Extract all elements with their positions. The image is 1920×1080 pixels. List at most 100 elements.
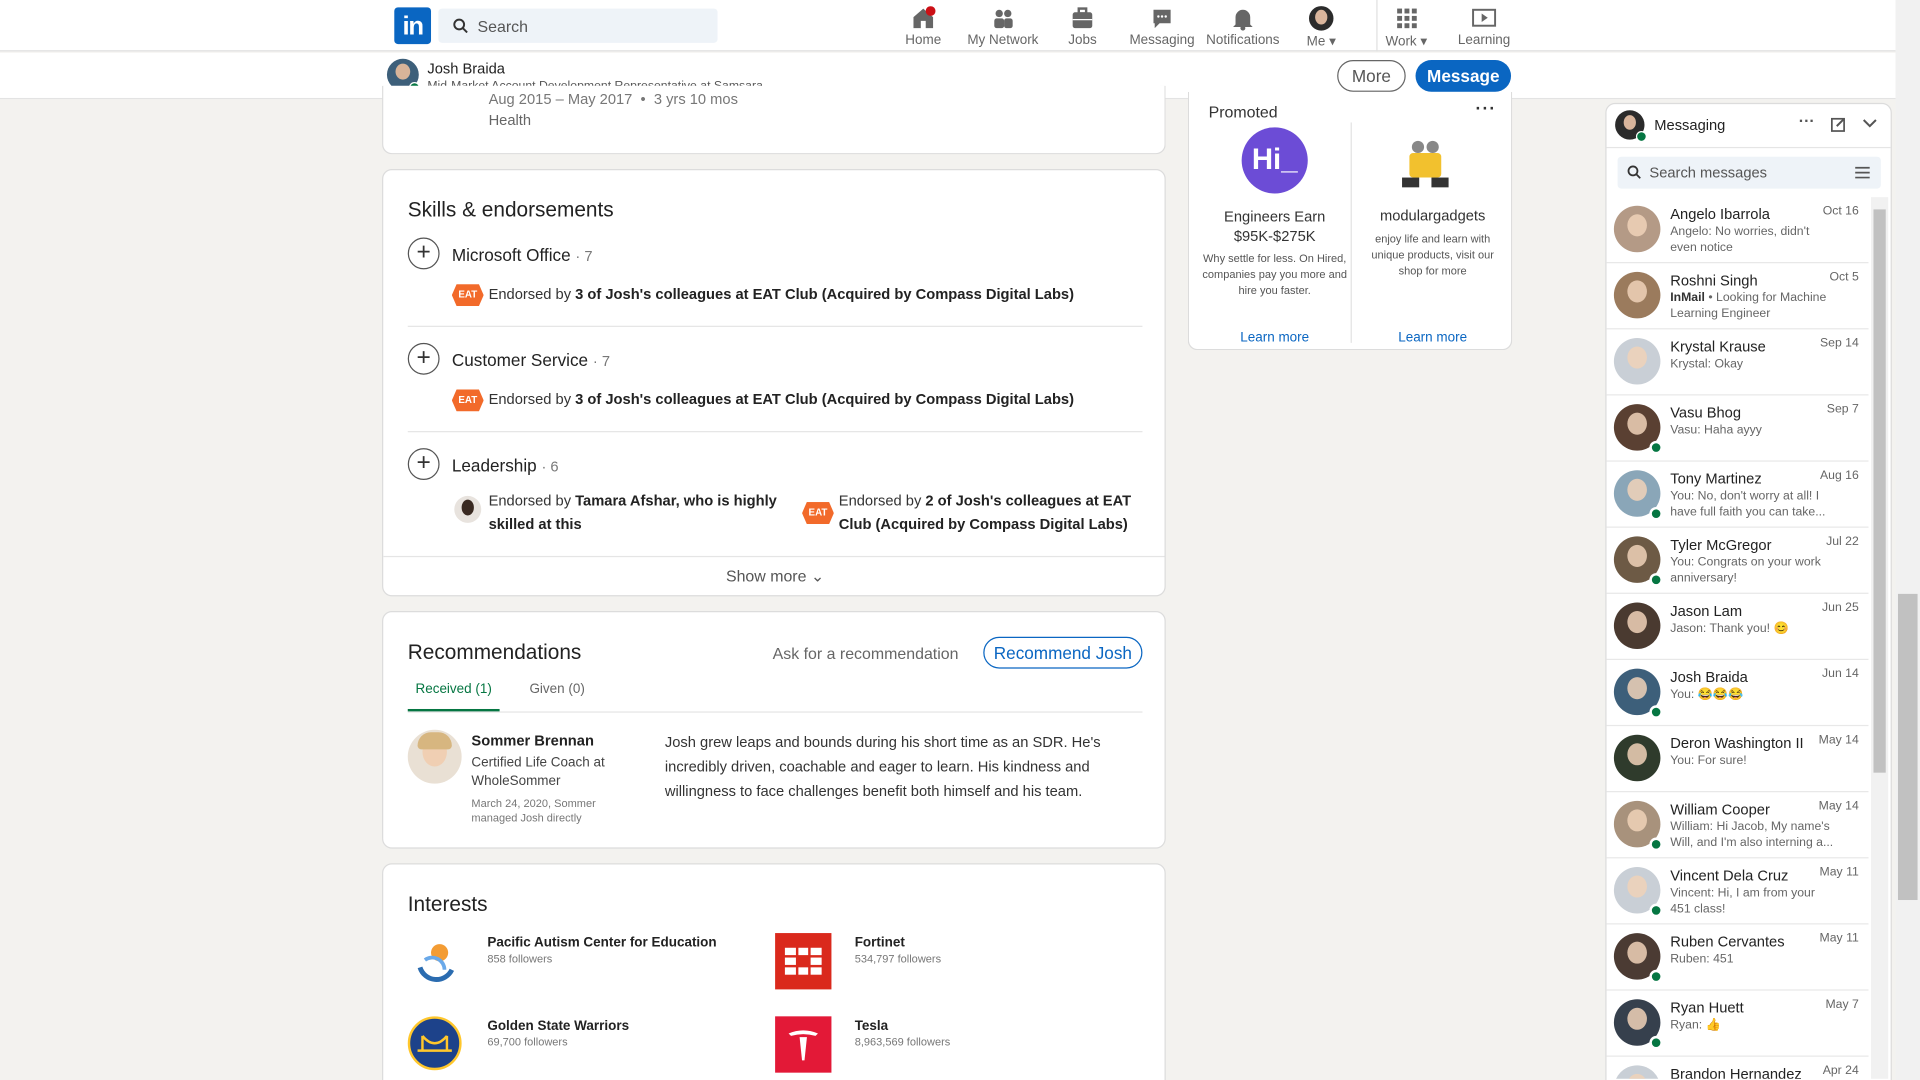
thread-avatar[interactable] <box>1613 337 1661 385</box>
online-status-dot <box>1649 969 1663 984</box>
ask-recommendation-link[interactable]: Ask for a recommendation <box>773 644 959 662</box>
message-thread[interactable]: Ryan Huett May 7 Ryan: 👍 <box>1606 991 1869 1057</box>
chevron-down-icon[interactable] <box>1862 119 1877 129</box>
tab-received[interactable]: Received (1) <box>407 682 500 712</box>
promoted-label: Promoted <box>1208 102 1278 122</box>
linkedin-logo[interactable]: in <box>394 7 432 45</box>
ad-learn-more-link[interactable]: Learn more <box>1353 331 1511 346</box>
ad-learn-more-link[interactable]: Learn more <box>1199 331 1351 346</box>
nav-home[interactable]: Home <box>899 0 948 51</box>
thread-preview: Ruben: 451 <box>1670 952 1734 967</box>
thread-avatar[interactable] <box>1613 271 1661 319</box>
page-scrollbar[interactable] <box>1895 0 1920 1080</box>
message-thread[interactable]: Vincent Dela Cruz May 11 Vincent: Hi, I am… <box>1606 858 1869 925</box>
chevron-down-icon: ⌄ <box>810 566 825 586</box>
more-button[interactable]: More <box>1337 60 1406 92</box>
message-thread[interactable]: Deron Washington II May 14 You: For sure! <box>1606 726 1869 793</box>
recommender-title: Certified Life Coach at WholeSommer <box>471 755 605 789</box>
thread-name: Krystal Krause <box>1670 337 1766 356</box>
experience-dates: Aug 2015 – May 2017 • 3 yrs 10 mos <box>488 90 738 108</box>
pace-logo[interactable] <box>407 933 465 990</box>
interest-name[interactable]: Pacific Autism Center for Education <box>487 936 716 951</box>
show-more-button[interactable]: Show more ⌄ <box>383 566 1164 587</box>
nav-notifications[interactable]: Notifications <box>1205 0 1281 51</box>
search-messages-input[interactable]: Search messages <box>1617 156 1881 189</box>
nav-home-label: Home <box>905 33 942 48</box>
endorse-plus-icon[interactable]: + <box>407 342 440 375</box>
endorser-avatar[interactable] <box>454 495 482 523</box>
thread-preview: Krystal: Okay <box>1670 357 1744 372</box>
nav-me-label: Me ▾ <box>1306 34 1336 49</box>
modulargadgets-logo[interactable] <box>1395 136 1456 192</box>
fortinet-logo[interactable] <box>775 933 832 990</box>
experience-category: Health <box>488 111 532 129</box>
thread-avatar[interactable] <box>1613 1065 1661 1079</box>
message-thread[interactable]: Tyler McGregor Jul 22 You: Congrats on you… <box>1606 528 1869 594</box>
nav-jobs[interactable]: Jobs <box>1060 0 1104 51</box>
tab-given[interactable]: Given (0) <box>520 682 593 711</box>
online-status-dot <box>1649 573 1663 587</box>
message-thread[interactable]: Brandon Hernandez Apr 24 <box>1607 1057 1869 1079</box>
interest-name[interactable]: Tesla <box>855 1019 888 1034</box>
tesla-logo[interactable] <box>775 1016 832 1073</box>
thread-date: Apr 24 <box>1822 1064 1859 1078</box>
ellipsis-icon[interactable]: ··· <box>1799 111 1815 129</box>
skill-endorsement: Endorsed by Tamara Afshar, who is highly… <box>488 492 777 533</box>
skill-name[interactable]: Customer Service · 7 <box>452 350 610 370</box>
ellipsis-icon[interactable]: ··· <box>1476 98 1497 118</box>
thread-date: Sep 14 <box>1819 336 1859 351</box>
grid-icon <box>1396 8 1417 29</box>
search-input[interactable]: Search <box>438 8 718 43</box>
thread-date: May 11 <box>1819 865 1859 880</box>
hired-logo[interactable]: Hi_ <box>1241 127 1308 194</box>
thread-avatar[interactable] <box>1613 734 1661 782</box>
skill-name[interactable]: Microsoft Office · 7 <box>452 245 593 265</box>
nav-my-network[interactable]: My Network <box>965 0 1041 51</box>
thread-avatar[interactable] <box>1613 602 1661 649</box>
interest-name[interactable]: Golden State Warriors <box>487 1019 629 1034</box>
interest-followers: 858 followers <box>487 952 553 965</box>
thread-date: Jul 22 <box>1826 535 1859 549</box>
recommend-button[interactable]: Recommend Josh <box>983 636 1143 669</box>
thread-date: Oct 5 <box>1829 270 1859 285</box>
skill-name[interactable]: Leadership · 6 <box>452 456 559 476</box>
messaging-scrollbar[interactable] <box>1871 197 1889 1079</box>
message-button[interactable]: Message <box>1415 60 1512 92</box>
message-thread[interactable]: Krystal Krause Sep 14 Krystal: Okay <box>1606 329 1869 396</box>
message-thread[interactable]: Ruben Cervantes May 11 Ruben: 451 <box>1606 924 1869 991</box>
compose-icon[interactable] <box>1830 116 1847 132</box>
recommender-name[interactable]: Sommer Brennan <box>471 732 593 749</box>
endorse-plus-icon[interactable]: + <box>407 448 440 481</box>
filter-icon[interactable] <box>1855 166 1870 179</box>
page-scrollbar-thumb[interactable] <box>1897 593 1918 901</box>
jobs-icon <box>1072 7 1093 29</box>
message-thread[interactable]: William Cooper May 14 William: Hi Jacob, M… <box>1606 792 1869 859</box>
nav-work[interactable]: Work ▾ <box>1376 0 1430 52</box>
endorse-plus-icon[interactable]: + <box>407 237 440 270</box>
scrollbar-thumb[interactable] <box>1873 209 1886 773</box>
warriors-logo[interactable] <box>407 1016 462 1071</box>
message-thread[interactable]: Angelo Ibarrola Oct 16 Angelo: No worries,… <box>1606 197 1869 264</box>
message-thread[interactable]: Tony Martinez Aug 16 You: No, don't worry … <box>1606 462 1869 528</box>
thread-avatar[interactable] <box>1613 205 1661 253</box>
interest-followers: 8,963,569 followers <box>854 1035 951 1049</box>
online-status-dot <box>1649 705 1663 719</box>
home-icon <box>913 6 936 29</box>
thread-preview: Ryan: 👍 <box>1670 1018 1721 1033</box>
message-thread[interactable]: Vasu Bhog Sep 7 Vasu: Haha ayyy <box>1606 396 1869 462</box>
nav-learning[interactable]: Learning <box>1455 0 1514 51</box>
recommender-avatar[interactable] <box>407 729 462 784</box>
thread-preview: InMail • Looking for Machine Learning En… <box>1670 291 1827 321</box>
ad-title[interactable]: modulargadgets <box>1353 207 1511 224</box>
message-thread[interactable]: Josh Braida Jun 14 You: 😂😂😂 <box>1606 660 1869 727</box>
nav-me[interactable]: Me ▾ <box>1303 0 1340 51</box>
nav-messaging[interactable]: Messaging <box>1129 0 1195 51</box>
message-thread[interactable]: Jason Lam Jun 25 Jason: Thank you! 😊 <box>1606 594 1869 661</box>
interest-name[interactable]: Fortinet <box>855 936 905 951</box>
thread-date: May 14 <box>1818 799 1859 814</box>
ad-title[interactable]: Engineers Earn $95K-$275K <box>1199 207 1351 246</box>
messaging-title[interactable]: Messaging <box>1654 116 1725 133</box>
eat-club-logo: EAT <box>802 502 834 525</box>
message-thread[interactable]: Roshni Singh Oct 5 InMail • Looking for Ma… <box>1606 263 1869 330</box>
online-status-dot <box>1649 440 1663 455</box>
